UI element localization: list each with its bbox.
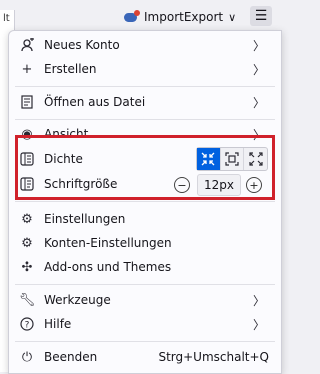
new-account-icon bbox=[19, 37, 35, 53]
menu-item-help[interactable]: ? Hilfe 〉 bbox=[9, 312, 281, 336]
menu-separator bbox=[15, 284, 275, 285]
addons-icon: ✣ bbox=[21, 259, 33, 275]
account-name: ImportExport bbox=[144, 10, 224, 24]
menu-item-label: Werkzeuge bbox=[44, 293, 111, 307]
svg-text:?: ? bbox=[25, 321, 30, 331]
tab-label: lt bbox=[3, 13, 10, 24]
help-icon: ? bbox=[19, 316, 35, 332]
chevron-right-icon: 〉 bbox=[253, 62, 266, 77]
chevron-down-icon: ∨ bbox=[228, 10, 237, 24]
menu-item-label: Konten-Einstellungen bbox=[44, 236, 172, 250]
account-selector[interactable]: ImportExport ∨ bbox=[124, 8, 236, 26]
top-toolbar: lt ImportExport ∨ ☰ bbox=[0, 0, 280, 32]
plus-icon: + bbox=[21, 61, 33, 77]
menu-item-quit[interactable]: ⏻ Beenden Strg+Umschalt+Q bbox=[9, 345, 281, 369]
account-icon bbox=[124, 10, 140, 24]
chevron-right-icon: 〉 bbox=[253, 293, 266, 308]
menu-item-create[interactable]: + Erstellen 〉 bbox=[9, 57, 281, 81]
menu-item-tools[interactable]: 🔧︎ Werkzeuge 〉 bbox=[9, 288, 281, 312]
chevron-right-icon: 〉 bbox=[253, 317, 266, 332]
menu-separator bbox=[15, 86, 275, 87]
menu-separator bbox=[15, 341, 275, 342]
menu-separator bbox=[15, 119, 275, 120]
menu-item-new-account[interactable]: Neues Konto 〉 bbox=[9, 33, 281, 57]
highlight-box bbox=[15, 135, 275, 200]
settings-icon: ⚙ bbox=[21, 211, 33, 227]
menu-separator bbox=[15, 201, 275, 202]
chevron-right-icon: 〉 bbox=[253, 38, 266, 53]
app-menu-panel: Neues Konto 〉 + Erstellen 〉 Öffnen aus D… bbox=[8, 30, 282, 374]
menu-item-label: Add-ons und Themes bbox=[44, 260, 172, 274]
menu-item-label: Hilfe bbox=[44, 317, 72, 331]
menu-item-addons[interactable]: ✣ Add-ons und Themes bbox=[9, 255, 281, 279]
menu-item-label: Erstellen bbox=[44, 62, 97, 76]
app-menu-button[interactable]: ☰ bbox=[250, 6, 272, 26]
menu-item-account-settings[interactable]: ⚙ Konten-Einstellungen bbox=[9, 231, 281, 255]
menu-item-label: Einstellungen bbox=[44, 212, 126, 226]
tools-icon: 🔧︎ bbox=[18, 292, 36, 308]
menu-item-open-file[interactable]: Öffnen aus Datei 〉 bbox=[9, 90, 281, 114]
menu-item-label: Beenden bbox=[44, 350, 98, 364]
hamburger-icon: ☰ bbox=[254, 8, 268, 24]
menu-item-label: Neues Konto bbox=[44, 38, 120, 52]
open-file-icon bbox=[19, 94, 35, 110]
menu-item-shortcut: Strg+Umschalt+Q bbox=[158, 350, 269, 364]
account-settings-icon: ⚙ bbox=[21, 235, 33, 251]
menu-item-label: Öffnen aus Datei bbox=[44, 95, 146, 109]
chevron-right-icon: 〉 bbox=[253, 95, 266, 110]
quit-icon: ⏻ bbox=[21, 349, 33, 365]
menu-item-settings[interactable]: ⚙ Einstellungen bbox=[9, 207, 281, 231]
background-tab[interactable]: lt bbox=[0, 10, 15, 32]
